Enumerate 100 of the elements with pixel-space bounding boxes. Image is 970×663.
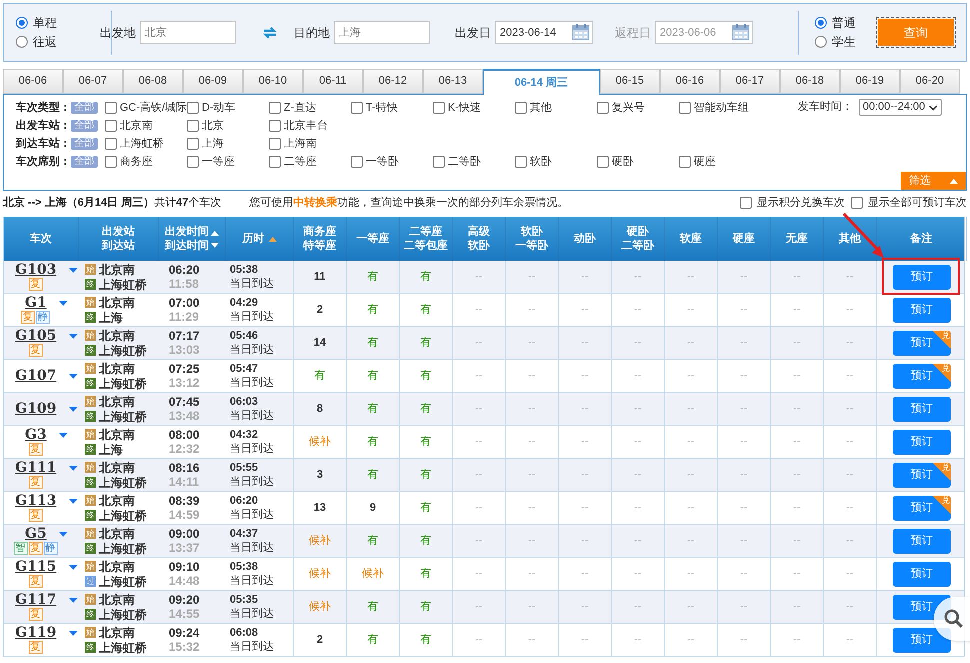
checkbox[interactable] [851,197,863,209]
date-tab[interactable]: 06-16 [660,69,720,94]
caret-down-icon[interactable] [68,499,78,504]
checkbox[interactable] [433,102,445,114]
train-number-link[interactable]: G1 [25,296,47,311]
train-number-link[interactable]: G105 [15,329,57,344]
seat-availability: -- [581,468,589,483]
checkbox[interactable] [187,156,199,168]
checkbox[interactable] [187,138,199,150]
book-button[interactable]: 预订 [893,396,951,422]
checkbox[interactable] [269,156,281,168]
radio-button[interactable] [815,17,827,29]
checkbox[interactable] [105,102,117,114]
date-tab[interactable]: 06-20 [900,69,960,94]
checkbox[interactable] [105,156,117,168]
station-name: 上海虹桥 [99,542,147,556]
swap-icon[interactable] [262,26,278,40]
checkbox[interactable] [740,197,752,209]
date-tab[interactable]: 06-10 [243,69,303,94]
radio-button[interactable] [16,36,28,48]
book-button[interactable]: 预订 [893,430,951,454]
checkbox[interactable] [187,120,199,132]
radio-label: 学生 [832,34,856,51]
date-tab[interactable]: 06-18 [780,69,840,94]
train-number-link[interactable]: G103 [15,263,57,278]
book-button[interactable]: 预订 兑 [893,364,951,388]
train-number-link[interactable]: G117 [15,593,57,608]
book-button[interactable]: 预订 [893,528,951,554]
train-number-link[interactable]: G109 [15,402,57,416]
checkbox[interactable] [597,102,609,114]
seat-availability: -- [846,302,854,318]
date-tab[interactable]: 06-17 [720,69,780,94]
train-number-link[interactable]: G107 [15,368,57,384]
checkbox-label: 其他 [530,100,552,116]
date-tab[interactable]: 06-08 [123,69,183,94]
date-tab[interactable]: 06-15 [600,69,660,94]
seat-availability: -- [846,368,854,384]
checkbox[interactable] [269,120,281,132]
book-button[interactable]: 预订 兑 [893,330,951,356]
train-number-link[interactable]: G111 [15,461,57,476]
checkbox-label: 二等座 [284,154,317,170]
caret-down-icon[interactable] [68,374,78,378]
caret-down-icon[interactable] [68,334,78,339]
date-tab[interactable]: 06-13 [423,69,483,94]
station-mark: 终 [85,345,96,356]
checkbox[interactable] [105,120,117,132]
caret-down-icon[interactable] [68,268,78,273]
input-field[interactable]: 上海 [334,21,430,44]
caret-down-icon[interactable] [68,631,78,636]
train-number-link[interactable]: G115 [15,560,57,575]
radio-button[interactable] [16,17,28,29]
caret-down-icon[interactable] [68,565,78,570]
checkbox[interactable] [515,102,527,114]
date-tab[interactable]: 06-12 [363,69,423,94]
date-tab[interactable]: 06-09 [183,69,243,94]
caret-down-icon[interactable] [68,466,78,471]
checkbox[interactable] [351,102,363,114]
train-number-link[interactable]: G113 [15,494,57,509]
seat-availability: -- [475,632,483,648]
radio-button[interactable] [815,36,827,48]
checkbox[interactable] [679,102,691,114]
caret-down-icon[interactable] [58,532,68,537]
caret-down-icon[interactable] [68,406,78,412]
date-tab[interactable]: 06-07 [63,69,123,94]
seat-availability: -- [687,632,695,648]
date-tab[interactable]: 06-11 [303,69,363,94]
calendar-icon[interactable] [732,23,750,41]
calendar-icon[interactable] [572,23,590,41]
time-select[interactable]: 00:00--24:00 [859,99,942,116]
checkbox[interactable] [351,156,363,168]
seat-availability: -- [581,336,589,351]
checkbox[interactable] [515,156,527,168]
checkbox[interactable] [679,156,691,168]
caret-down-icon[interactable] [58,433,68,438]
book-button[interactable]: 预订 兑 [893,462,951,488]
column-header: 硬卧 二等卧 [622,225,654,253]
caret-down-icon[interactable] [68,598,78,603]
checkbox[interactable] [269,138,281,150]
date-tab[interactable]: 06-06 [3,69,63,94]
checkbox[interactable] [105,138,117,150]
book-button[interactable]: 预订 [893,562,951,586]
train-number-link[interactable]: G119 [15,626,57,641]
book-button[interactable]: 预订 兑 [893,496,951,520]
train-number-link[interactable]: G3 [25,428,47,443]
train-number-link[interactable]: G5 [25,527,47,542]
date-tab[interactable]: 06-19 [840,69,900,94]
checkbox[interactable] [187,102,199,114]
station-mark: 始 [85,627,96,638]
sort-down-icon[interactable] [211,242,219,248]
caret-down-icon[interactable] [58,301,68,306]
sort-up-icon[interactable] [211,230,219,236]
checkbox[interactable] [433,156,445,168]
book-button[interactable]: 预订 [893,628,951,652]
seat-availability: -- [475,402,483,417]
checkbox[interactable] [269,102,281,114]
checkbox[interactable] [597,156,609,168]
input-field[interactable]: 北京 [140,21,236,44]
book-button[interactable]: 预订 [893,298,951,322]
seat-availability: -- [793,500,801,516]
book-button[interactable]: 预订 [893,264,951,290]
